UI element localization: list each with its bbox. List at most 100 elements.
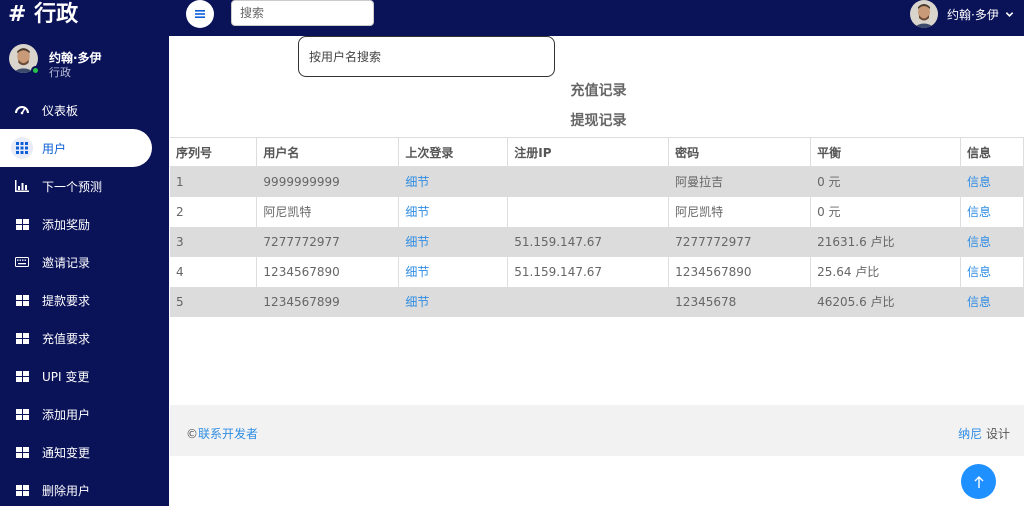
table-icon [14,482,30,498]
dashboard-icon [14,102,30,118]
sidebar-item-dashboard[interactable]: 仪表板 [0,91,169,129]
sidebar-item-users[interactable]: 用户 [0,129,152,167]
cell-serial: 3 [170,226,258,257]
table-row: 2 阿尼凯特 细节 阿尼凯特 0 元 信息 [170,196,1024,227]
table-icon [14,330,30,346]
username-search-input[interactable] [298,36,555,77]
footer-copyright: ©联系开发者 [186,425,258,442]
keyboard-icon [14,254,30,270]
sidebar-item-label: 通知变更 [42,445,91,460]
info-link[interactable]: 信息 [960,166,1024,197]
sidebar-item-label: 添加用户 [42,407,91,422]
cell-password: 12345678 [668,286,812,317]
sidebar-item-add-reward[interactable]: 添加奖励 [0,205,169,243]
sidebar-item-invite-records[interactable]: 邀请记录 [0,243,169,281]
brand-logo[interactable]: # 行政 [8,2,158,28]
cell-ip: 51.159.147.67 [507,256,670,287]
sidebar-item-add-user[interactable]: 添加用户 [0,395,169,433]
avatar [9,44,40,75]
table-header-row: 序列号 用户名 上次登录 注册IP 密码 平衡 信息 [170,137,1024,167]
details-link[interactable]: 细节 [398,196,509,227]
recharge-records-link[interactable]: 充值记录 [470,80,727,100]
sidebar-item-upi-change[interactable]: UPI 变更 [0,357,169,395]
user-menu[interactable]: 约翰·多伊 [910,0,1014,28]
cell-balance: 21631.6 卢比 [810,226,961,257]
sidebar-item-withdraw-requests[interactable]: 提款要求 [0,281,169,319]
table-row: 1 9999999999 细节 阿曼拉吉 0 元 信息 [170,166,1024,197]
details-link[interactable]: 细节 [398,226,509,257]
sidebar-item-label: 提款要求 [42,293,91,308]
user-avatar-icon [910,0,938,28]
sidebar-item-notification-change[interactable]: 通知变更 [0,433,169,471]
withdraw-records-link[interactable]: 提现记录 [470,110,727,130]
cell-username: 7277772977 [256,226,400,257]
cell-password: 7277772977 [668,226,812,257]
table-row: 4 1234567890 细节 51.159.147.67 1234567890… [170,256,1024,287]
sidebar-profile: 约翰·多伊 行政 [9,44,159,79]
cell-ip: 51.159.147.67 [507,226,670,257]
cell-ip [507,166,670,197]
cell-balance: 25.64 卢比 [810,256,961,287]
user-name: 约翰·多伊 [947,7,999,22]
sidebar-item-next-prediction[interactable]: 下一个预测 [0,167,169,205]
sidebar-item-label: 删除用户 [42,483,91,498]
design-label: 设计 [982,427,1010,441]
cell-ip [507,196,670,227]
details-link[interactable]: 细节 [398,286,509,317]
info-link[interactable]: 信息 [960,226,1024,257]
bar-chart-icon [14,178,30,194]
online-status-indicator [31,66,40,75]
sidebar-item-label: 用户 [42,141,67,156]
sidebar-item-label: 邀请记录 [42,255,91,270]
table-icon [14,216,30,232]
header-search-input[interactable] [231,0,374,26]
sidebar-item-label: UPI 变更 [42,369,90,384]
cell-serial: 4 [170,256,258,287]
details-link[interactable]: 细节 [398,256,509,287]
profile-role: 行政 [49,66,71,79]
menu-toggle-button[interactable] [186,0,214,28]
sidebar-item-label: 充值要求 [42,331,91,346]
hamburger-icon [195,10,205,18]
cell-password: 阿曼拉吉 [668,166,812,197]
cell-serial: 1 [170,166,258,197]
back-to-top-button[interactable] [961,464,996,499]
column-header[interactable]: 用户名 [256,137,400,167]
info-link[interactable]: 信息 [960,196,1024,227]
column-header[interactable]: 密码 [668,137,812,167]
sidebar-item-label: 仪表板 [42,103,79,118]
sidebar-item-recharge-requests[interactable]: 充值要求 [0,319,169,357]
avatar [910,0,938,28]
cell-password: 阿尼凯特 [668,196,812,227]
users-table: 序列号 用户名 上次登录 注册IP 密码 平衡 信息 1 9999999999 … [170,137,1024,317]
grid-icon [11,137,33,159]
details-link[interactable]: 细节 [398,166,509,197]
arrow-up-icon [974,475,983,488]
contact-developer-link[interactable]: 联系开发者 [198,427,258,441]
top-bar: # 行政 约翰·多伊 [0,0,1024,36]
table-icon [14,406,30,422]
sidebar-item-label: 下一个预测 [42,179,103,194]
table-icon [14,368,30,384]
cell-serial: 5 [170,286,258,317]
profile-name: 约翰·多伊 [49,51,102,65]
cell-password: 1234567890 [668,256,812,287]
info-link[interactable]: 信息 [960,256,1024,287]
chevron-down-icon [1005,11,1014,17]
cell-username: 1234567890 [256,256,400,287]
info-link[interactable]: 信息 [960,286,1024,317]
footer: ©联系开发者 纳尼 设计 [170,405,1024,456]
cell-balance: 0 元 [810,196,961,227]
cell-serial: 2 [170,196,258,227]
table-icon [14,292,30,308]
column-header[interactable]: 信息 [960,137,1024,167]
column-header[interactable]: 序列号 [170,137,258,167]
sidebar-item-delete-user[interactable]: 删除用户 [0,471,169,506]
column-header[interactable]: 平衡 [810,137,961,167]
column-header[interactable]: 上次登录 [398,137,509,167]
sidebar-item-label: 添加奖励 [42,217,91,232]
designer-link[interactable]: 纳尼 [958,427,982,441]
column-header[interactable]: 注册IP [507,137,670,167]
sidebar-nav: 仪表板 用户 下一个预测 添加奖励 邀请记录 提款要求 充值要求 UPI 变更 … [0,91,169,506]
cell-username: 阿尼凯特 [256,196,400,227]
